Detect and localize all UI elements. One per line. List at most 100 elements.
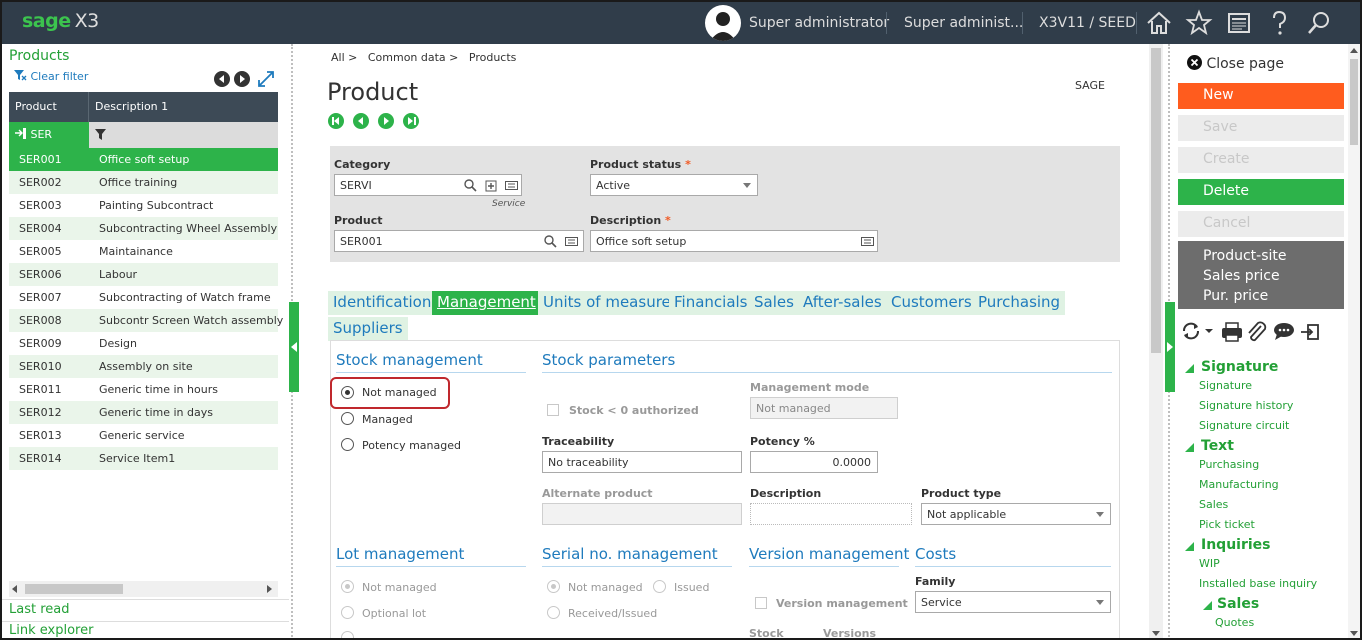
category-field[interactable]: SERVI xyxy=(334,174,522,196)
report-icon[interactable] xyxy=(1224,8,1254,38)
product-field[interactable]: SER001 xyxy=(334,230,584,252)
tree-link[interactable]: Sales xyxy=(1199,498,1228,511)
search-icon[interactable] xyxy=(1304,8,1334,38)
horizontal-scrollbar[interactable] xyxy=(9,581,278,597)
stock-potency-managed-label[interactable]: Potency managed xyxy=(362,439,461,452)
table-row[interactable]: SER012 Generic time in days xyxy=(9,401,278,424)
collapse-left-handle[interactable] xyxy=(289,302,299,392)
lot-optional-label[interactable]: Optional lot xyxy=(362,607,426,620)
tab-units-of-measure[interactable]: Units of measure xyxy=(538,291,676,315)
lot-partial-radio[interactable] xyxy=(341,631,354,638)
serial-not-managed-radio[interactable] xyxy=(547,580,560,593)
scroll-down-icon[interactable] xyxy=(1350,631,1358,636)
attachment-icon[interactable] xyxy=(1248,321,1267,342)
scroll-up-icon[interactable] xyxy=(1350,48,1358,53)
serial-issued-label[interactable]: Issued xyxy=(674,581,709,594)
stock-managed-label[interactable]: Managed xyxy=(362,413,413,426)
table-row[interactable]: SER002 Office training xyxy=(9,171,278,194)
table-row[interactable]: SER001 Office soft setup xyxy=(9,148,278,171)
tree-group-title[interactable]: Text xyxy=(1201,438,1234,454)
table-row[interactable]: SER014 Service Item1 xyxy=(9,447,278,470)
previous-page-icon[interactable] xyxy=(214,71,230,87)
product-status-select[interactable]: Active xyxy=(590,174,758,196)
family-select[interactable]: Service xyxy=(915,591,1111,613)
detail-icon[interactable] xyxy=(505,179,518,192)
table-row[interactable]: SER006 Labour xyxy=(9,263,278,286)
tree-group-title[interactable]: Inquiries xyxy=(1201,537,1271,553)
tree-group-title[interactable]: Signature xyxy=(1201,359,1278,375)
home-icon[interactable] xyxy=(1144,8,1174,38)
breadcrumb-products[interactable]: Products xyxy=(469,51,517,64)
tree-link[interactable]: Signature circuit xyxy=(1199,419,1289,432)
table-row[interactable]: SER003 Painting Subcontract xyxy=(9,194,278,217)
traceability-field[interactable]: No traceability xyxy=(542,451,742,473)
col-header-product[interactable]: Product xyxy=(15,100,57,113)
cancel-button[interactable]: Cancel xyxy=(1178,211,1344,237)
scroll-down-icon[interactable] xyxy=(1152,631,1160,636)
scrollbar-thumb[interactable] xyxy=(1151,48,1161,353)
tab-purchasing[interactable]: Purchasing xyxy=(973,291,1066,315)
serial-issued-radio[interactable] xyxy=(653,580,666,593)
refresh-icon[interactable] xyxy=(1183,322,1199,340)
col-header-description[interactable]: Description 1 xyxy=(95,100,168,113)
breadcrumb-all[interactable]: All > xyxy=(331,51,357,64)
pur-price-link[interactable]: Pur. price xyxy=(1203,286,1344,306)
expand-triangle-icon[interactable] xyxy=(1185,443,1194,452)
product-type-select[interactable]: Not applicable xyxy=(921,503,1111,525)
expand-icon[interactable] xyxy=(258,71,274,87)
next-page-icon[interactable] xyxy=(234,71,250,87)
tab-suppliers[interactable]: Suppliers xyxy=(328,317,408,341)
serial-received-issued-radio[interactable] xyxy=(547,606,560,619)
funnel-icon[interactable] xyxy=(95,129,107,141)
vertical-scrollbar[interactable] xyxy=(1149,44,1163,638)
serial-not-managed-label[interactable]: Not managed xyxy=(568,581,643,594)
create-button[interactable]: Create xyxy=(1178,147,1344,173)
export-icon[interactable] xyxy=(1301,324,1319,340)
table-row[interactable]: SER011 Generic time in hours xyxy=(9,378,278,401)
table-row[interactable]: SER004 Subcontracting Wheel Assembly xyxy=(9,217,278,240)
add-icon[interactable] xyxy=(485,179,498,192)
previous-record-icon[interactable] xyxy=(353,113,369,129)
comment-icon[interactable] xyxy=(1274,323,1294,340)
user-name[interactable]: Super administrator xyxy=(749,15,889,31)
tree-link[interactable]: Manufacturing xyxy=(1199,478,1279,491)
print-icon[interactable] xyxy=(1222,322,1242,342)
next-record-icon[interactable] xyxy=(378,113,394,129)
product-site-link[interactable]: Product-site xyxy=(1203,246,1344,266)
detail-icon[interactable] xyxy=(565,235,578,248)
close-page-button[interactable]: Close page xyxy=(1187,55,1284,72)
stock-negative-checkbox[interactable] xyxy=(547,404,559,416)
expand-triangle-icon[interactable] xyxy=(1185,364,1194,373)
search-icon[interactable] xyxy=(464,179,477,192)
scroll-right-icon[interactable] xyxy=(267,585,272,593)
sage-logo[interactable]: sage X3 xyxy=(22,10,99,32)
first-record-icon[interactable] xyxy=(328,113,344,129)
new-button[interactable]: New xyxy=(1178,83,1344,109)
endpoint-name[interactable]: X3V11 / SEED xyxy=(1039,15,1136,31)
table-row[interactable]: SER013 Generic service xyxy=(9,424,278,447)
delete-button[interactable]: Delete xyxy=(1178,179,1344,205)
breadcrumb-common-data[interactable]: Common data > xyxy=(368,51,459,64)
stock-managed-radio[interactable] xyxy=(341,412,354,425)
tree-link[interactable]: Purchasing xyxy=(1199,458,1259,471)
serial-received-issued-label[interactable]: Received/Issued xyxy=(568,607,657,620)
expand-triangle-icon[interactable] xyxy=(1185,542,1194,551)
description-field[interactable]: Office soft setup xyxy=(590,230,878,252)
table-row[interactable]: SER010 Assembly on site xyxy=(9,355,278,378)
table-row[interactable]: SER005 Maintainance xyxy=(9,240,278,263)
table-row[interactable]: SER008 Subcontr Screen Watch assembly xyxy=(9,309,283,332)
tab-after-sales[interactable]: After-sales xyxy=(798,291,887,315)
version-management-checkbox[interactable] xyxy=(755,597,767,609)
right-panel-scrollbar[interactable] xyxy=(1348,44,1360,638)
tab-financials[interactable]: Financials xyxy=(669,291,753,315)
expand-triangle-icon[interactable] xyxy=(1203,601,1212,610)
help-icon[interactable] xyxy=(1264,8,1294,38)
link-explorer-link[interactable]: Link explorer xyxy=(9,623,93,638)
tab-sales[interactable]: Sales xyxy=(749,291,799,315)
sales-price-link[interactable]: Sales price xyxy=(1203,266,1344,286)
tree-group-title[interactable]: Sales xyxy=(1217,596,1259,612)
tab-management[interactable]: Management xyxy=(432,291,541,315)
last-read-link[interactable]: Last read xyxy=(9,602,70,617)
stock-potency-managed-radio[interactable] xyxy=(341,438,354,451)
list-title[interactable]: Products xyxy=(9,48,69,64)
